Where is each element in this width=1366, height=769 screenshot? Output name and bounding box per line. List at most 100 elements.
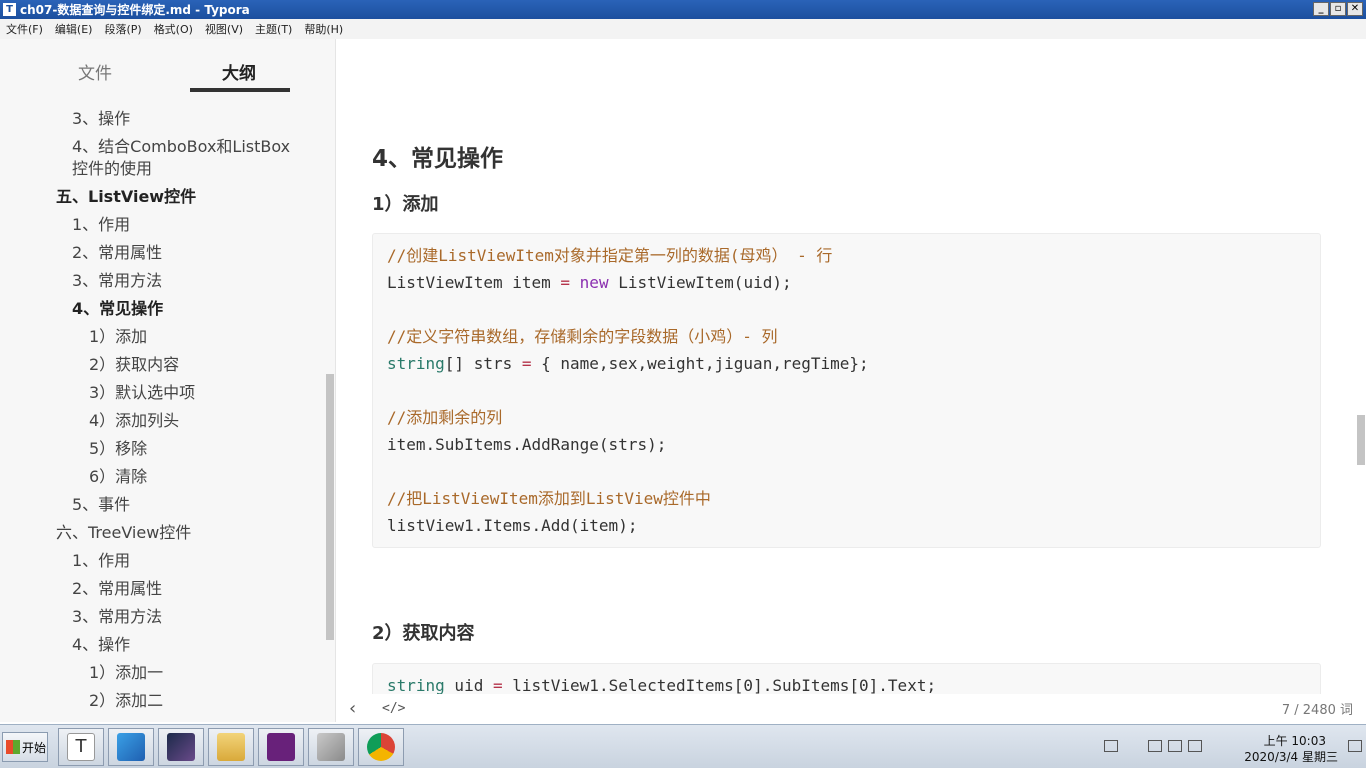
typora-icon: T: [67, 733, 95, 761]
minimize-button[interactable]: _: [1313, 2, 1329, 16]
code-comment: //创建ListViewItem对象并指定第一列的数据(母鸡） - 行: [387, 246, 833, 265]
editor-scrollbar[interactable]: [1357, 415, 1365, 465]
outline-item[interactable]: 3、常用方法: [0, 267, 320, 295]
outline-item[interactable]: 1、作用: [0, 211, 320, 239]
menu-view[interactable]: 视图(V): [199, 21, 249, 37]
title-bar: T ch07-数据查询与控件绑定.md - Typora _ ▫ ✕: [0, 0, 1366, 19]
tab-outline[interactable]: 大纲: [222, 59, 256, 84]
restore-button[interactable]: ▫: [1330, 2, 1346, 16]
taskbar-typora[interactable]: T: [58, 728, 104, 766]
close-button[interactable]: ✕: [1347, 2, 1363, 16]
code-block-add[interactable]: //创建ListViewItem对象并指定第一列的数据(母鸡） - 行 List…: [372, 233, 1321, 548]
code-type: ListViewItem: [387, 273, 503, 292]
visual-studio-icon: [267, 733, 295, 761]
outline-item[interactable]: 4、结合ComboBox和ListBox控件的使用: [0, 133, 320, 183]
menu-edit[interactable]: 编辑(E): [49, 21, 99, 37]
taskbar-explorer[interactable]: [208, 728, 254, 766]
start-button[interactable]: 开始: [2, 732, 48, 762]
outline-item[interactable]: 2、常用属性: [0, 575, 320, 603]
network-icon[interactable]: [1168, 740, 1182, 752]
taskbar: 开始 T 上午 10:03 2020/3/4 星期三: [0, 724, 1366, 768]
outline-item[interactable]: 1）添加: [0, 323, 320, 351]
code-text: ListViewItem(uid);: [608, 273, 792, 292]
outline-item[interactable]: 3、常用方法: [0, 603, 320, 631]
show-hidden-icon[interactable]: [1148, 740, 1162, 752]
code-operator: =: [560, 273, 571, 292]
menu-theme[interactable]: 主题(T): [249, 21, 298, 37]
outline-item[interactable]: 5）移除: [0, 435, 320, 463]
keyboard-icon[interactable]: [1104, 740, 1118, 752]
code-line: string[] strs = { name,sex,weight,jiguan…: [373, 350, 1320, 377]
code-comment: //把ListViewItem添加到ListView控件中: [387, 489, 711, 508]
chrome-icon: [367, 733, 395, 761]
window-title: ch07-数据查询与控件绑定.md - Typora: [20, 3, 250, 17]
outline-item[interactable]: 六、TreeView控件: [0, 519, 320, 547]
outline-item[interactable]: 4）添加列头: [0, 407, 320, 435]
code-text: { name,sex,weight,jiguan,regTime};: [531, 354, 869, 373]
sidebar-scrollbar[interactable]: [326, 374, 334, 640]
tools-icon: [317, 733, 345, 761]
sidebar: 文件 大纲 3、操作 4、结合ComboBox和ListBox控件的使用 五、Lis…: [0, 39, 336, 722]
menu-format[interactable]: 格式(O): [148, 21, 199, 37]
outline-item[interactable]: 4、操作: [0, 631, 320, 659]
tab-files[interactable]: 文件: [78, 59, 112, 84]
taskbar-app-3[interactable]: [158, 728, 204, 766]
outline-item[interactable]: 五、ListView控件: [0, 183, 320, 211]
taskbar-app-2[interactable]: [108, 728, 154, 766]
start-label: 开始: [22, 740, 47, 755]
menu-file[interactable]: 文件(F): [0, 21, 49, 37]
typora-app-icon: T: [3, 3, 16, 16]
code-type: string: [387, 676, 445, 695]
outline-item[interactable]: 3）默认选中项: [0, 379, 320, 407]
source-code-toggle-icon[interactable]: </>: [382, 701, 405, 716]
windows-logo-icon: [6, 740, 20, 754]
outline-item[interactable]: 2）添加二: [0, 687, 320, 715]
active-tab-indicator: [190, 88, 290, 92]
code-keyword: new: [579, 273, 609, 292]
system-tray: 上午 10:03 2020/3/4 星期三: [1096, 725, 1366, 769]
clock-date[interactable]: 2020/3/4 星期三: [1244, 748, 1338, 765]
outline-item[interactable]: 4、常见操作: [0, 295, 320, 323]
menu-help[interactable]: 帮助(H): [298, 21, 349, 37]
code-line: ListViewItem item = new ListViewItem(uid…: [373, 269, 1320, 296]
code-text: listView1.SelectedItems[0].SubItems[0].T…: [502, 676, 937, 695]
outline-item[interactable]: 2、常用属性: [0, 239, 320, 267]
app-icon: [167, 733, 195, 761]
app-icon: [117, 733, 145, 761]
taskbar-tools[interactable]: [308, 728, 354, 766]
status-bar: ‹ </> 7 / 2480 词: [337, 694, 1366, 722]
code-type: string: [387, 354, 445, 373]
taskbar-visual-studio[interactable]: [258, 728, 304, 766]
outline-item[interactable]: 1、作用: [0, 547, 320, 575]
code-line: listView1.Items.Add(item);: [387, 516, 638, 535]
code-text: [] strs: [444, 354, 522, 373]
menu-bar: 文件(F) 编辑(E) 段落(P) 格式(O) 视图(V) 主题(T) 帮助(H…: [0, 19, 1366, 39]
code-operator: =: [521, 354, 532, 373]
clock-time[interactable]: 上午 10:03: [1264, 732, 1326, 749]
heading-get-content: 2）获取内容: [372, 623, 475, 644]
word-count[interactable]: 7 / 2480 词: [1282, 699, 1353, 718]
outline-item[interactable]: 2）获取内容: [0, 351, 320, 379]
volume-icon[interactable]: [1188, 740, 1202, 752]
code-comment: //定义字符串数组，存储剩余的字段数据（小鸡）- 列: [387, 327, 778, 346]
code-comment: //添加剩余的列: [387, 408, 503, 427]
code-text: item: [502, 273, 561, 292]
heading-common-operations: 4、常见操作: [372, 146, 504, 172]
folder-icon: [217, 733, 245, 761]
outline-item[interactable]: 1）添加一: [0, 659, 320, 687]
outline-item[interactable]: 6）清除: [0, 463, 320, 491]
taskbar-chrome[interactable]: [358, 728, 404, 766]
heading-add: 1）添加: [372, 194, 439, 215]
outline-list: 3、操作 4、结合ComboBox和ListBox控件的使用 五、ListView控…: [0, 105, 320, 715]
editor-area[interactable]: 4、常见操作 1）添加 //创建ListViewItem对象并指定第一列的数据(…: [337, 39, 1366, 722]
outline-item[interactable]: 3、操作: [0, 105, 320, 133]
code-line: item.SubItems.AddRange(strs);: [387, 435, 667, 454]
chevron-left-icon[interactable]: ‹: [349, 698, 356, 719]
menu-paragraph[interactable]: 段落(P): [98, 21, 147, 37]
code-operator: =: [492, 676, 503, 695]
outline-item[interactable]: 5、事件: [0, 491, 320, 519]
show-desktop-icon[interactable]: [1348, 740, 1362, 752]
